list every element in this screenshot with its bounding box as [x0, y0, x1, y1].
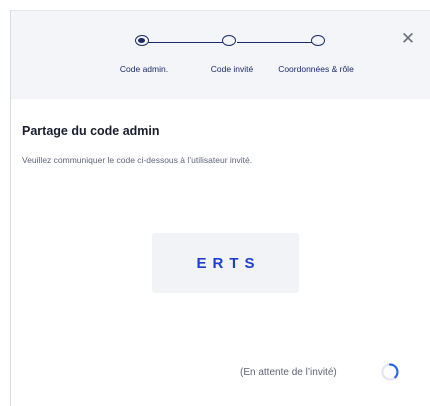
loading-spinner-icon: [381, 363, 399, 381]
waiting-status-text: (En attente de l’invité): [240, 367, 337, 378]
progress-stepper: Code admin. Code invité Coordonnées & rô…: [11, 11, 430, 99]
stepper-connector-1: [147, 42, 224, 43]
step-3-dot-icon: [311, 35, 325, 46]
admin-code: ERTS: [196, 254, 261, 272]
step-2-label: Code invité: [210, 64, 254, 74]
stepper-connector-2: [237, 42, 313, 43]
dialog-subtitle: Veuillez communiquer le code ci-dessous …: [22, 155, 253, 165]
dialog-header: Code admin. Code invité Coordonnées & rô…: [11, 10, 430, 99]
close-icon: ✕: [400, 29, 416, 48]
admin-code-box: ERTS: [152, 233, 299, 293]
step-3-label: Coordonnées & rôle: [278, 64, 354, 74]
step-2-dot-icon: [222, 35, 236, 46]
close-button[interactable]: ✕: [400, 29, 416, 48]
step-1-label: Code admin.: [119, 64, 169, 74]
dialog-title: Partage du code admin: [22, 124, 160, 138]
step-1-dot-icon: [135, 35, 149, 46]
